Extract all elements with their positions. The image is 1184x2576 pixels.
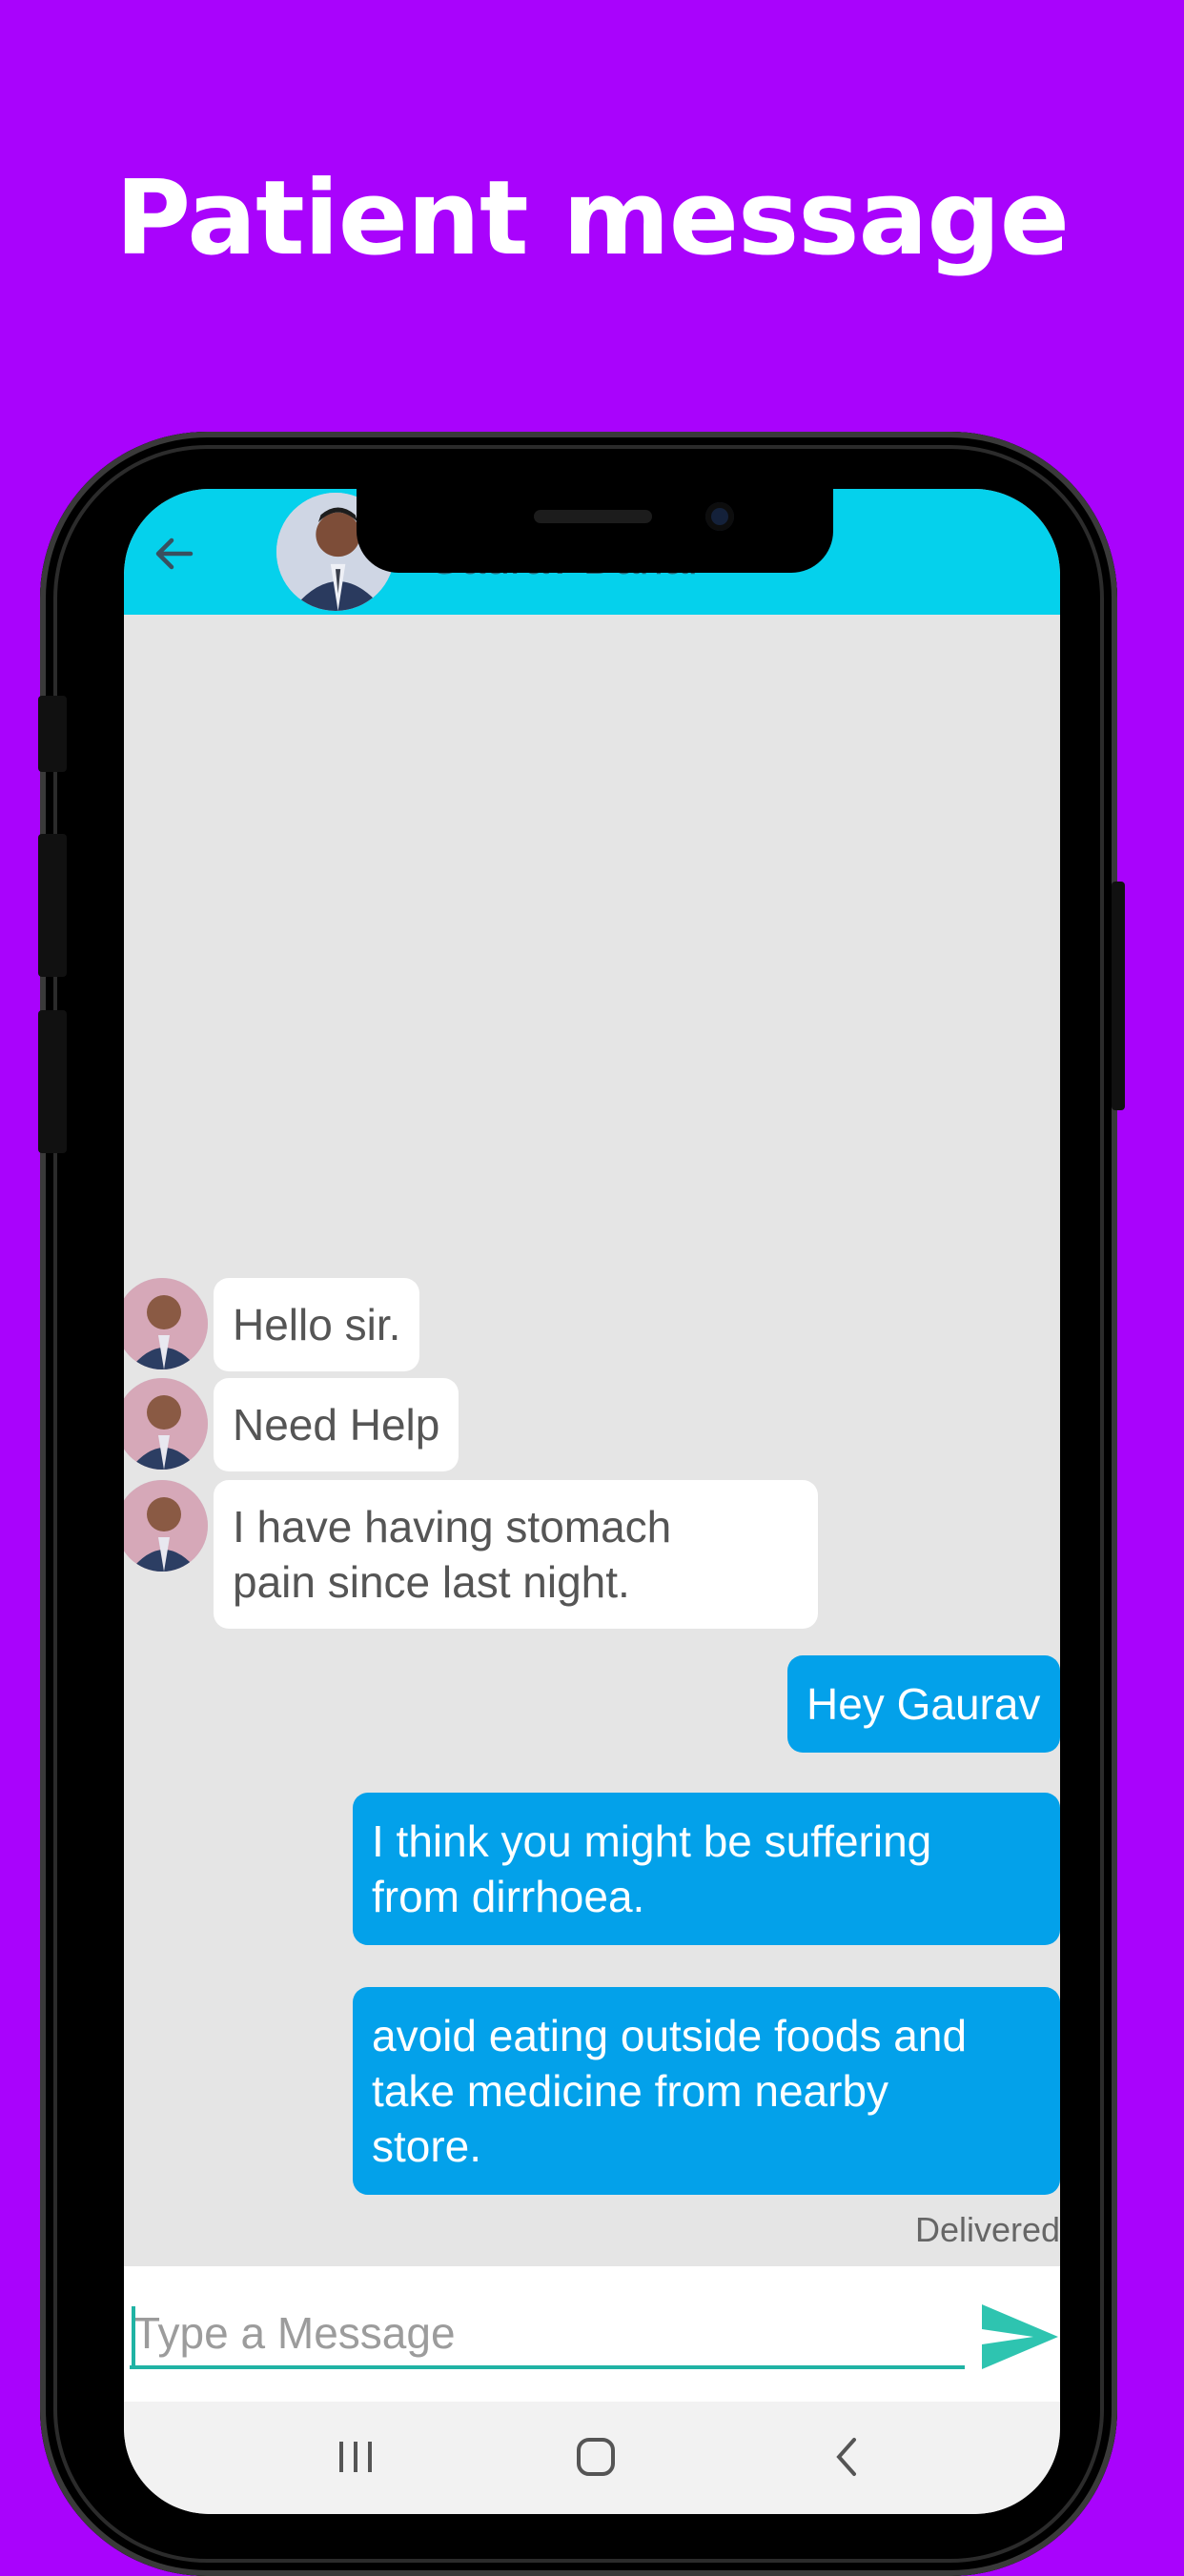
message-list: Hello sir. Need Help I have having stoma… xyxy=(124,489,1060,2514)
recents-icon[interactable] xyxy=(322,2426,389,2487)
power-button xyxy=(1112,882,1125,1110)
mute-switch xyxy=(38,696,67,772)
outgoing-message: avoid eating outside foods and take medi… xyxy=(353,1987,1060,2195)
outgoing-message: Hey Gaurav xyxy=(787,1655,1060,1753)
arrow-left-icon[interactable] xyxy=(147,527,200,580)
message-composer xyxy=(124,2266,1060,2402)
message-input[interactable] xyxy=(130,2301,965,2369)
incoming-message: Need Help xyxy=(214,1378,459,1471)
chevron-left-icon[interactable] xyxy=(814,2426,881,2487)
phone-screen: Hello sir. Need Help I have having stoma… xyxy=(124,489,1060,2514)
front-camera xyxy=(705,502,734,531)
promo-title: Patient message xyxy=(115,159,1070,278)
incoming-message: I have having stomach pain since last ni… xyxy=(214,1480,818,1629)
earpiece-speaker xyxy=(534,510,652,523)
sender-avatar xyxy=(124,1278,208,1369)
sender-avatar xyxy=(124,1378,208,1470)
text-cursor xyxy=(132,2306,135,2365)
send-icon[interactable] xyxy=(978,2301,1060,2373)
outgoing-message: I think you might be suffering from dirr… xyxy=(353,1793,1060,1945)
incoming-message: Hello sir. xyxy=(214,1278,420,1371)
camera-notch xyxy=(357,489,833,573)
home-icon[interactable] xyxy=(562,2426,629,2487)
system-nav-bar xyxy=(124,2402,1060,2514)
volume-up-button xyxy=(38,834,67,977)
volume-down-button xyxy=(38,1010,67,1153)
sender-avatar xyxy=(124,1480,208,1572)
delivery-status: Delivered xyxy=(915,2210,1060,2249)
